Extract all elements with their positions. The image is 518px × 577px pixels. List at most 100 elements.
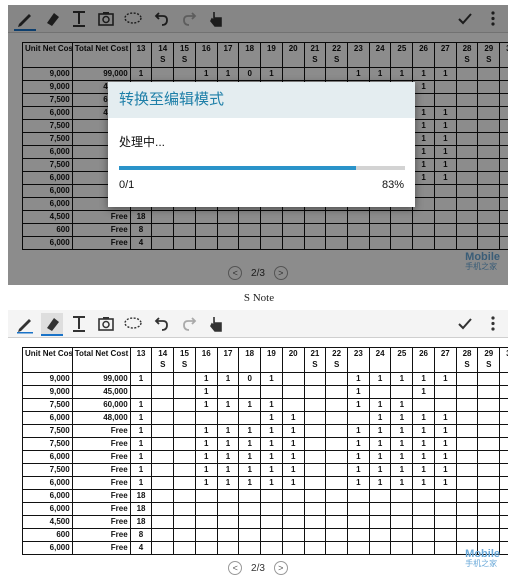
day-cell [433, 515, 457, 529]
day-cell [194, 528, 218, 542]
day-cell: 1 [129, 463, 153, 477]
day-cell: 1 [412, 450, 435, 464]
day-header: 25 [390, 347, 414, 373]
day-header: 13 [129, 347, 153, 373]
unit-cost-cell: 4,500 [22, 515, 73, 529]
undo-button[interactable] [151, 313, 173, 334]
day-cell: 1 [347, 372, 370, 386]
day-cell [499, 515, 508, 529]
table-row: 6,000Free11111111111 [22, 450, 508, 464]
check-icon [458, 318, 472, 330]
pen-icon [17, 319, 33, 334]
day-cell [238, 528, 262, 542]
day-cell: 4 [129, 541, 153, 555]
day-cell [499, 528, 508, 542]
day-cell: 1 [368, 411, 392, 425]
day-cell: 1 [260, 424, 283, 438]
day-cell [151, 541, 175, 555]
day-cell [281, 515, 305, 529]
toolbar [8, 310, 508, 338]
day-cell [412, 515, 435, 529]
day-cell: 1 [347, 450, 370, 464]
day-cell: 1 [412, 463, 435, 477]
day-cell: 1 [433, 437, 457, 451]
day-cell [281, 541, 305, 555]
day-cell [347, 528, 370, 542]
day-cell: 1 [260, 411, 283, 425]
camera-tool-button[interactable] [95, 313, 117, 334]
day-cell [260, 502, 283, 516]
day-cell [499, 489, 508, 503]
page-navigator: < 2/3 > [8, 561, 508, 575]
day-cell: 1 [260, 437, 283, 451]
day-cell [433, 398, 457, 412]
prev-page-button[interactable]: < [228, 561, 243, 575]
redo-button[interactable] [178, 313, 200, 334]
redo-icon [183, 317, 197, 331]
total-cost-cell: Free [71, 502, 131, 516]
day-cell [325, 489, 348, 503]
day-cell [477, 502, 501, 516]
day-cell [325, 541, 348, 555]
day-cell [477, 476, 501, 490]
col-header-unit-cost: Unit Net Cost [22, 347, 73, 373]
day-cell [477, 411, 501, 425]
day-cell: 1 [390, 424, 414, 438]
day-cell [499, 372, 508, 386]
hand-tool-button[interactable] [205, 313, 227, 334]
lasso-icon [124, 317, 142, 329]
done-button[interactable] [454, 313, 476, 334]
progress-percent: 83% [381, 179, 404, 191]
more-menu-button[interactable] [482, 313, 504, 334]
day-cell: 1 [347, 476, 370, 490]
day-cell: 1 [194, 424, 218, 438]
chevron-right-icon: > [278, 563, 284, 573]
day-cell [303, 450, 327, 464]
day-header: 19 [260, 347, 283, 373]
day-cell [325, 398, 348, 412]
total-cost-cell: 60,000 [71, 398, 131, 412]
day-header: 23 [347, 347, 370, 373]
day-cell: 1 [347, 385, 370, 399]
total-cost-cell: Free [71, 424, 131, 438]
day-cell [347, 541, 370, 555]
unit-cost-cell: 6,000 [22, 489, 73, 503]
day-cell: 1 [281, 411, 305, 425]
day-cell: 1 [412, 437, 435, 451]
day-cell: 1 [194, 385, 218, 399]
day-cell [173, 502, 196, 516]
day-cell [477, 489, 501, 503]
day-cell: 1 [238, 463, 262, 477]
day-cell [390, 489, 414, 503]
day-cell: 1 [238, 476, 262, 490]
day-cell: 1 [281, 476, 305, 490]
day-cell [499, 541, 508, 555]
day-cell: 1 [433, 424, 457, 438]
progress-count: 0/1 [119, 179, 135, 191]
day-cell: 1 [194, 463, 218, 477]
pen-tool-button[interactable] [14, 313, 36, 334]
next-page-button[interactable]: > [273, 561, 288, 575]
day-cell [238, 489, 262, 503]
day-cell: 1 [347, 463, 370, 477]
day-cell [303, 398, 327, 412]
text-tool-button[interactable] [68, 313, 90, 334]
day-cell: 0 [238, 372, 262, 386]
day-cell [216, 528, 240, 542]
watermark: Mobile 手机之家 [465, 548, 500, 569]
day-header: 16 [194, 347, 218, 373]
lasso-tool-button[interactable] [122, 313, 144, 334]
note-page[interactable]: Unit Net Cost Total Net Cost 13 14 S 15 S 16 17 1… [8, 338, 508, 575]
day-cell [260, 515, 283, 529]
day-cell [433, 385, 457, 399]
day-cell: 1 [238, 424, 262, 438]
day-cell [477, 398, 501, 412]
total-cost-cell: Free [71, 450, 131, 464]
day-header: 21 S [303, 347, 327, 373]
day-cell: 1 [238, 450, 262, 464]
day-cell: 1 [390, 450, 414, 464]
day-cell [412, 489, 435, 503]
day-cell [477, 463, 501, 477]
eraser-tool-button[interactable] [41, 313, 63, 336]
day-cell: 1 [260, 372, 283, 386]
